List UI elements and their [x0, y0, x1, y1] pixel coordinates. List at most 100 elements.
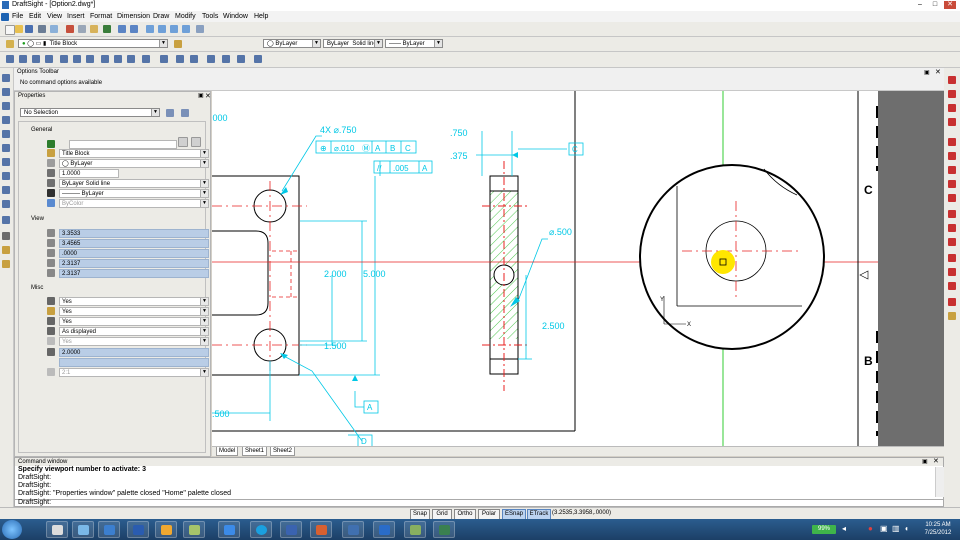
- zoom-previous-icon[interactable]: [182, 25, 190, 33]
- task-app5[interactable]: [404, 521, 426, 538]
- color-combo[interactable]: ◯ ByLayer ▼: [263, 39, 321, 48]
- polygon-icon[interactable]: [2, 144, 10, 152]
- menu-insert[interactable]: Insert: [67, 13, 85, 20]
- dim-arc-icon[interactable]: [45, 55, 53, 63]
- move-icon[interactable]: [948, 152, 956, 160]
- general-row-2[interactable]: ◯ ByLayer ▼: [59, 159, 209, 168]
- view-row-1[interactable]: 3.4565: [59, 239, 209, 248]
- task-skype[interactable]: [250, 521, 272, 538]
- options-toolbar-pin-icon[interactable]: ▣: [924, 69, 930, 76]
- mirror-icon[interactable]: [948, 104, 956, 112]
- general-row-5[interactable]: ——— ByLayer ▼: [59, 189, 209, 198]
- scale-icon[interactable]: [948, 180, 956, 188]
- menu-dimension[interactable]: Dimension: [117, 13, 150, 20]
- polyline-icon[interactable]: [2, 88, 10, 96]
- menu-tools[interactable]: Tools: [202, 13, 218, 20]
- command-input[interactable]: DraftSight:: [14, 499, 944, 507]
- zoom-icon[interactable]: [158, 25, 166, 33]
- brush-icon[interactable]: [103, 25, 111, 33]
- hatch-icon[interactable]: [2, 186, 10, 194]
- general-row-4[interactable]: ByLayer Solid line ▼: [59, 179, 209, 188]
- dim-linear-icon[interactable]: [6, 55, 14, 63]
- lineweight-combo[interactable]: —— ByLayer ▼: [385, 39, 443, 48]
- menu-modify[interactable]: Modify: [175, 13, 196, 20]
- dim-text-edit-icon[interactable]: [222, 55, 230, 63]
- menu-file[interactable]: File: [12, 13, 23, 20]
- rectangle-icon[interactable]: [2, 116, 10, 124]
- tray-icon[interactable]: ◂: [842, 524, 846, 533]
- menu-edit[interactable]: Edit: [29, 13, 41, 20]
- menu-window[interactable]: Window: [223, 13, 248, 20]
- stretch-icon[interactable]: [948, 194, 956, 202]
- misc-row-5[interactable]: 2.0000: [59, 348, 209, 357]
- task-app[interactable]: [72, 521, 94, 538]
- fillet-icon[interactable]: [948, 268, 956, 276]
- toggle-icon[interactable]: [178, 137, 188, 147]
- redo-icon[interactable]: [130, 25, 138, 33]
- menu-format[interactable]: Format: [90, 13, 112, 20]
- new-icon[interactable]: [5, 25, 15, 35]
- task-app3[interactable]: [342, 521, 364, 538]
- minimize-button[interactable]: –: [914, 1, 926, 9]
- point-icon[interactable]: [2, 216, 10, 224]
- battery-indicator[interactable]: 99%: [812, 525, 836, 534]
- dim-diameter-icon[interactable]: [73, 55, 81, 63]
- dim-style-icon[interactable]: [254, 55, 262, 63]
- volume-icon[interactable]: ◖: [904, 524, 909, 533]
- task-draftsight[interactable]: [433, 521, 455, 538]
- task-app4[interactable]: [373, 521, 395, 538]
- command-close-icon[interactable]: ✕: [933, 457, 939, 465]
- explode-icon[interactable]: [948, 282, 956, 290]
- properties-icon[interactable]: [196, 25, 204, 33]
- block-icon[interactable]: [2, 246, 10, 254]
- view-row-3[interactable]: 2.3137: [59, 259, 209, 268]
- insert-block-icon[interactable]: [2, 260, 10, 268]
- maximize-button[interactable]: □: [929, 1, 941, 9]
- tray-icon[interactable]: ●: [868, 524, 873, 533]
- misc-row-3[interactable]: As displayed ▼: [59, 327, 209, 336]
- dim-jogged-icon[interactable]: [86, 55, 94, 63]
- menu-draw[interactable]: Draw: [153, 13, 169, 20]
- command-pin-icon[interactable]: ▣: [922, 458, 928, 465]
- dim-baseline-icon[interactable]: [114, 55, 122, 63]
- task-chrome[interactable]: [218, 521, 240, 538]
- tray-icon[interactable]: ▣: [880, 524, 888, 533]
- layer-combo[interactable]: ● ◯ ▭ ▮ Title Block ▼: [18, 39, 168, 48]
- rotate-icon[interactable]: [948, 166, 956, 174]
- zoom-window-icon[interactable]: [170, 25, 178, 33]
- task-folder[interactable]: [155, 521, 177, 538]
- layer-previous-icon[interactable]: [174, 40, 182, 48]
- erase-icon[interactable]: [948, 76, 956, 84]
- misc-row-0[interactable]: Yes ▼: [59, 297, 209, 306]
- ellipse-icon[interactable]: [2, 172, 10, 180]
- dim-continue-icon[interactable]: [127, 55, 135, 63]
- tab-sheet2[interactable]: Sheet2: [270, 447, 296, 456]
- dim-ordinate-icon[interactable]: [101, 55, 109, 63]
- table-icon[interactable]: [2, 232, 10, 240]
- preview-icon[interactable]: [50, 25, 58, 33]
- view-row-0[interactable]: 3.3533: [59, 229, 209, 238]
- quick-select-icon[interactable]: [181, 109, 189, 117]
- command-scrollbar[interactable]: [935, 467, 944, 497]
- task-powerpoint[interactable]: [310, 521, 332, 538]
- properties-close-icon[interactable]: ✕: [205, 92, 211, 100]
- tolerance-icon[interactable]: [160, 55, 168, 63]
- dim-update-icon[interactable]: [237, 55, 245, 63]
- general-row-1[interactable]: Title Block ▼: [59, 149, 209, 158]
- break-icon[interactable]: [948, 238, 956, 246]
- view-row-4[interactable]: 2.3137: [59, 269, 209, 278]
- chamfer-icon[interactable]: [948, 254, 956, 262]
- general-row-0[interactable]: [69, 140, 177, 149]
- tab-model[interactable]: Model: [216, 447, 239, 456]
- task-outlook[interactable]: [46, 521, 68, 538]
- offset-icon[interactable]: [948, 118, 956, 126]
- dim-aligned-icon[interactable]: [19, 55, 27, 63]
- pattern-icon[interactable]: [948, 138, 956, 146]
- close-button[interactable]: ✕: [944, 1, 956, 9]
- properties-pin-icon[interactable]: ▣: [198, 92, 204, 99]
- circle-icon[interactable]: [2, 102, 10, 110]
- smart-dimension-icon[interactable]: [142, 55, 150, 63]
- region-icon[interactable]: [2, 200, 10, 208]
- layer-manager-icon[interactable]: [6, 40, 14, 48]
- cut-icon[interactable]: [66, 25, 74, 33]
